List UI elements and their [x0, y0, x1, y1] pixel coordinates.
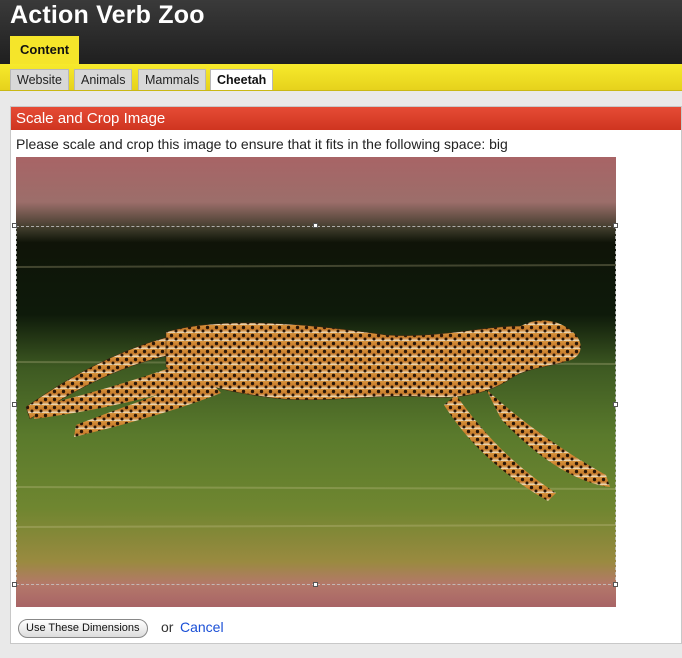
- breadcrumb-mammals[interactable]: Mammals: [138, 69, 207, 90]
- crop-handle-top[interactable]: [313, 223, 318, 228]
- breadcrumb-animals[interactable]: Animals: [74, 69, 133, 90]
- crop-handle-bottom-right[interactable]: [613, 582, 618, 587]
- app-header: Action Verb Zoo Content: [0, 0, 682, 64]
- panel-title: Scale and Crop Image: [11, 107, 681, 130]
- instructions-text: Please scale and crop this image to ensu…: [16, 136, 508, 152]
- crop-handle-right[interactable]: [613, 402, 618, 407]
- breadcrumb: Website Animals Mammals Cheetah: [0, 64, 682, 91]
- use-dimensions-button[interactable]: Use These Dimensions: [18, 619, 148, 638]
- app-title: Action Verb Zoo: [10, 1, 205, 29]
- crop-handle-top-right[interactable]: [613, 223, 618, 228]
- or-text: or: [161, 619, 174, 635]
- crop-handle-left[interactable]: [12, 402, 17, 407]
- breadcrumb-cheetah[interactable]: Cheetah: [210, 69, 274, 90]
- crop-handle-top-left[interactable]: [12, 223, 17, 228]
- crop-selection[interactable]: [16, 226, 616, 585]
- cancel-link[interactable]: Cancel: [180, 619, 224, 635]
- crop-handle-bottom-left[interactable]: [12, 582, 17, 587]
- breadcrumb-website[interactable]: Website: [10, 69, 69, 90]
- tab-content[interactable]: Content: [10, 36, 80, 64]
- crop-handle-bottom[interactable]: [313, 582, 318, 587]
